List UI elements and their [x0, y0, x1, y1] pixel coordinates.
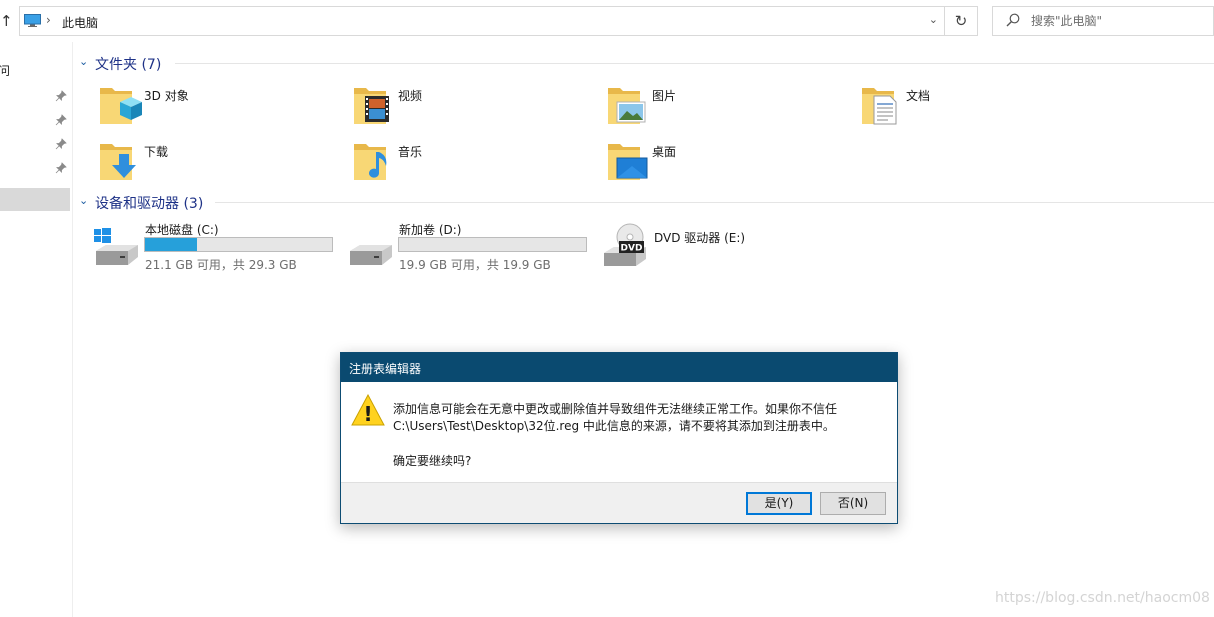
- dialog-button-bar: 是(Y) 否(N): [341, 482, 897, 523]
- drive-name: DVD 驱动器 (E:): [654, 231, 746, 245]
- folders-group-header[interactable]: ⌄ 文件夹 (7): [79, 54, 1214, 74]
- yes-button[interactable]: 是(Y): [746, 492, 812, 515]
- group-divider: [175, 63, 1214, 64]
- no-button[interactable]: 否(N): [820, 492, 886, 515]
- folder-desktop[interactable]: 桌面: [606, 140, 846, 190]
- folder-documents[interactable]: 文档: [860, 84, 1100, 134]
- folder-music[interactable]: 音乐: [352, 140, 592, 190]
- warning-glyph: !: [363, 402, 372, 426]
- group-divider: [215, 202, 1214, 203]
- collapse-chevron-icon[interactable]: ⌄: [79, 55, 91, 68]
- address-dropdown-icon[interactable]: ⌄: [929, 13, 938, 26]
- collapse-chevron-icon[interactable]: ⌄: [79, 194, 91, 207]
- videos-folder-icon: [354, 88, 389, 124]
- folder-label: 3D 对象: [144, 89, 189, 103]
- documents-folder-icon: [862, 88, 897, 125]
- desktop-folder-icon: [608, 144, 648, 180]
- folders-group-label: 文件夹 (7): [95, 57, 162, 73]
- drive-name: 新加卷 (D:): [399, 223, 462, 237]
- drive-e-dvd[interactable]: DVD DVD 驱动器 (E:): [602, 221, 852, 271]
- devices-group-label: 设备和驱动器 (3): [95, 196, 204, 212]
- music-folder-icon: [354, 144, 387, 180]
- pin-icon[interactable]: [55, 138, 67, 150]
- downloads-folder-icon: [100, 144, 136, 180]
- 3d-objects-folder-icon: [100, 88, 142, 124]
- dialog-body: ! 添加信息可能会在无意中更改或删除值并导致组件无法继续正常工作。如果你不信任 …: [341, 382, 897, 482]
- drive-usage-fill: [145, 238, 198, 251]
- navigation-pane: 问: [0, 42, 73, 617]
- drive-usage-bar: [398, 237, 587, 252]
- nav-item-partial-label[interactable]: 问: [0, 62, 10, 79]
- dialog-title-bar[interactable]: 注册表编辑器: [341, 353, 897, 382]
- dialog-message-line2: C:\Users\Test\Desktop\32位.reg 中此信息的来源，请不…: [393, 419, 835, 433]
- registry-editor-dialog: 注册表编辑器 ! 添加信息可能会在无意中更改或删除值并导致组件无法继续正常工作。…: [340, 352, 898, 524]
- dvd-logo-text: DVD: [621, 244, 643, 254]
- dialog-message-line1: 添加信息可能会在无意中更改或删除值并导致组件无法继续正常工作。如果你不信任: [393, 402, 838, 416]
- dialog-title: 注册表编辑器: [349, 362, 422, 376]
- drive-name: 本地磁盘 (C:): [145, 223, 219, 237]
- this-pc-icon: [24, 14, 41, 27]
- folder-downloads[interactable]: 下载: [98, 140, 338, 190]
- search-icon: [1006, 13, 1020, 27]
- folder-label: 视频: [398, 89, 423, 103]
- up-arrow-button[interactable]: ↑: [0, 8, 14, 34]
- pin-icon[interactable]: [55, 114, 67, 126]
- warning-icon: !: [351, 394, 385, 426]
- drive-d[interactable]: 新加卷 (D:) 19.9 GB 可用，共 19.9 GB: [348, 221, 598, 272]
- breadcrumb-separator: ›: [46, 13, 51, 27]
- folder-label: 文档: [906, 89, 931, 103]
- hard-drive-icon: [350, 245, 392, 265]
- breadcrumb-this-pc[interactable]: 此电脑: [62, 14, 98, 31]
- address-bar[interactable]: › 此电脑 ⌄: [19, 6, 945, 36]
- drive-usage-bar: [144, 237, 333, 252]
- dialog-question: 确定要继续吗?: [393, 454, 472, 468]
- windows-drive-icon: [94, 228, 138, 265]
- drive-c[interactable]: 本地磁盘 (C:) 21.1 GB 可用，共 29.3 GB: [94, 221, 344, 272]
- navigation-bar: ↑ › 此电脑 ⌄ ↻: [0, 0, 1214, 42]
- devices-group-header[interactable]: ⌄ 设备和驱动器 (3): [79, 193, 1214, 213]
- search-input[interactable]: [1031, 12, 1206, 30]
- dvd-drive-icon: DVD: [604, 223, 646, 266]
- watermark-text: https://blog.csdn.net/haocm08: [995, 590, 1210, 606]
- folder-label: 图片: [652, 89, 677, 103]
- folder-label: 桌面: [652, 145, 677, 159]
- folder-label: 下载: [144, 145, 169, 159]
- nav-item-this-pc-selected[interactable]: [0, 188, 70, 211]
- folder-3d-objects[interactable]: 3D 对象: [98, 84, 338, 134]
- pin-icon[interactable]: [55, 90, 67, 102]
- folder-videos[interactable]: 视频: [352, 84, 592, 134]
- folder-pictures[interactable]: 图片: [606, 84, 846, 134]
- search-box[interactable]: [992, 6, 1214, 36]
- folder-label: 音乐: [398, 145, 423, 159]
- pin-icon[interactable]: [55, 162, 67, 174]
- drive-size-text: 19.9 GB 可用，共 19.9 GB: [399, 258, 551, 272]
- refresh-button[interactable]: ↻: [945, 6, 978, 36]
- drive-size-text: 21.1 GB 可用，共 29.3 GB: [145, 258, 297, 272]
- pictures-folder-icon: [608, 88, 646, 124]
